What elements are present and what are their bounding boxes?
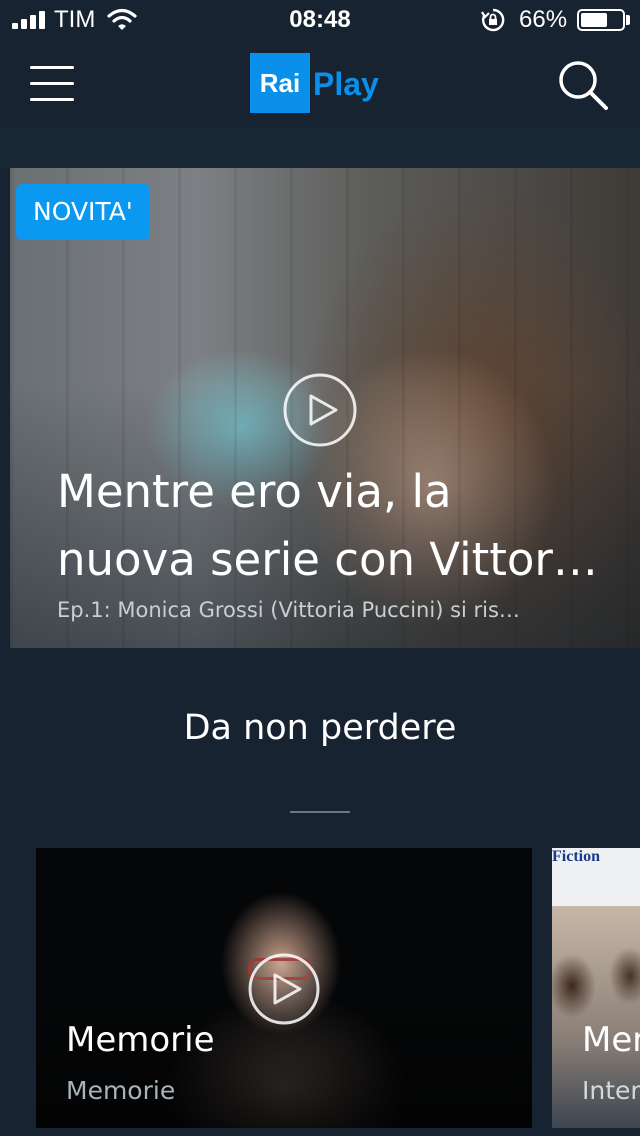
card-title: Mer bbox=[582, 1020, 640, 1060]
screen: TIM 08:48 66% Rai Play NOVITA' Mentre er… bbox=[0, 0, 640, 1136]
novita-badge: NOVITA' bbox=[16, 184, 150, 240]
search-icon bbox=[559, 61, 608, 110]
battery-tip bbox=[626, 15, 630, 25]
hero-title-line-2: nuova serie con Vittor… bbox=[57, 533, 598, 586]
app-header: Rai Play bbox=[0, 40, 640, 128]
section-title: Da non perdere bbox=[183, 708, 457, 748]
content-card[interactable]: Fiction Mer Inter bbox=[552, 848, 640, 1128]
play-circle-icon[interactable] bbox=[247, 952, 321, 1026]
logo-rai-box: Rai bbox=[250, 53, 310, 113]
header-separator bbox=[0, 128, 640, 168]
wifi-icon bbox=[107, 8, 137, 30]
carrier-name: TIM bbox=[54, 6, 96, 33]
hero-subtitle: Ep.1: Monica Grossi (Vittoria Puccini) s… bbox=[57, 598, 520, 622]
clock: 08:48 bbox=[289, 6, 351, 33]
battery-percent: 66% bbox=[519, 6, 568, 33]
card-subtitle: Memorie bbox=[66, 1076, 176, 1105]
battery-level-fill bbox=[581, 13, 608, 27]
content-card[interactable]: Memorie Memorie bbox=[36, 848, 532, 1128]
status-bar: TIM 08:48 66% bbox=[0, 0, 640, 40]
menu-button[interactable] bbox=[30, 62, 76, 102]
fiction-brand-label: Fiction bbox=[552, 848, 600, 865]
battery-icon bbox=[577, 9, 625, 31]
signal-icon bbox=[12, 11, 48, 29]
card-subtitle: Inter bbox=[582, 1076, 640, 1105]
card-title: Memorie bbox=[66, 1020, 215, 1060]
rotation-lock-icon bbox=[481, 8, 505, 32]
search-button[interactable] bbox=[556, 58, 612, 114]
hero-title-line-1: Mentre ero via, la bbox=[57, 465, 452, 518]
hero-title: Mentre ero via, la nuova serie con Vitto… bbox=[57, 458, 617, 594]
hero-banner[interactable]: NOVITA' Mentre ero via, la nuova serie c… bbox=[10, 168, 640, 648]
raiplay-logo[interactable]: Rai Play bbox=[250, 53, 390, 113]
logo-play-text: Play bbox=[313, 66, 379, 102]
play-circle-icon[interactable] bbox=[282, 372, 358, 448]
section-divider bbox=[290, 811, 350, 813]
